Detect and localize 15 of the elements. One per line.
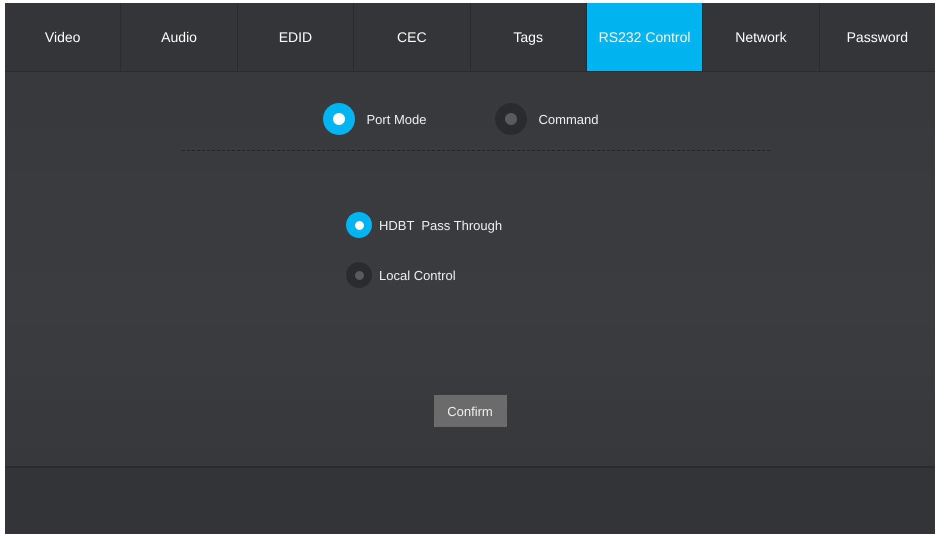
radio-button[interactable] <box>494 103 526 135</box>
radio-label: Command <box>538 112 598 126</box>
radio-button[interactable] <box>346 212 372 238</box>
tab[interactable]: EDID <box>238 3 354 71</box>
tab[interactable]: Video <box>5 3 122 71</box>
radio-button[interactable] <box>346 262 372 288</box>
tab[interactable]: Password <box>820 3 935 71</box>
tab[interactable]: CEC <box>354 3 470 71</box>
radio-label: HDBT Pass Through <box>379 218 502 232</box>
radio-button[interactable] <box>322 103 355 135</box>
tab[interactable]: Network <box>703 3 820 71</box>
confirm-button[interactable]: Confirm <box>434 395 506 427</box>
radio-label: Port Mode <box>366 112 426 126</box>
radio-label: Local Control <box>379 268 456 282</box>
tab[interactable]: Audio <box>121 3 238 71</box>
